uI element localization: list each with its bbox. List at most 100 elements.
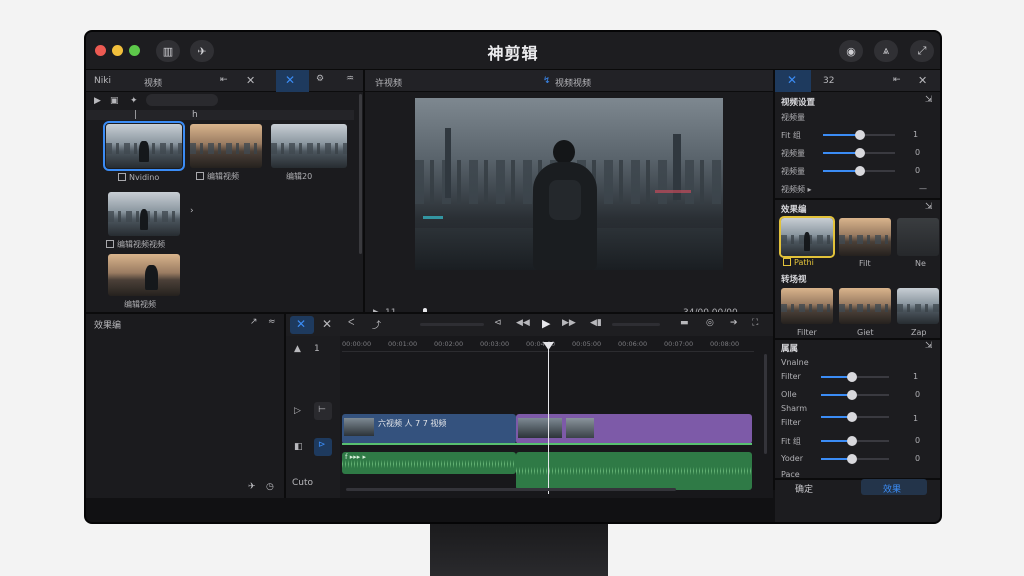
media-tab-niki[interactable]: Niki	[94, 76, 111, 86]
slider[interactable]	[823, 148, 895, 158]
viewer-right-title: 视频视频	[555, 79, 592, 89]
fit-icon[interactable]: ⛶	[752, 318, 758, 328]
forward-icon[interactable]: ➔	[730, 318, 738, 328]
media-scrollbar[interactable]	[359, 94, 362, 254]
video-track-icon[interactable]: ▷	[294, 406, 301, 416]
audio-icon[interactable]: ♒	[346, 74, 354, 84]
video-preview[interactable]	[415, 98, 723, 270]
video-clip-2[interactable]	[516, 414, 752, 444]
checkbox[interactable]	[196, 172, 204, 180]
track-number: 1	[314, 344, 320, 354]
adjust-label: Sharm	[781, 404, 807, 413]
filter-thumb-2[interactable]	[839, 218, 891, 256]
export-icon[interactable]: ⩓	[874, 40, 898, 62]
adjust-label: Fit 组	[781, 437, 801, 446]
checkbox[interactable]	[106, 240, 114, 248]
slider[interactable]	[823, 130, 895, 140]
media-thumb-1[interactable]	[103, 121, 185, 171]
timer-icon[interactable]: ◎	[706, 318, 714, 328]
filter2-thumb-2[interactable]	[839, 288, 891, 324]
filter-thumb-1[interactable]	[779, 216, 835, 258]
collapse-icon[interactable]: ⇤	[893, 75, 901, 85]
pin-icon[interactable]: ✈	[248, 482, 256, 492]
timeline-v-scrollbar[interactable]	[764, 354, 767, 454]
slider[interactable]	[823, 166, 895, 176]
media-tab-video[interactable]: 视频	[144, 76, 162, 89]
image-icon[interactable]: ▣	[110, 96, 119, 106]
video-clip-1[interactable]: 六视频 人 7 7 视频	[342, 414, 516, 444]
track-lock-icon[interactable]: ▲	[294, 344, 301, 354]
section-toggle[interactable]: ⇲	[925, 202, 933, 212]
settings-icon[interactable]: ◉	[839, 40, 863, 62]
section-toggle[interactable]: ⇲	[925, 95, 933, 105]
checkbox[interactable]	[118, 173, 126, 181]
slider[interactable]	[821, 390, 889, 400]
setting-label: 视频量	[781, 167, 805, 176]
filter2-label-3: Zap	[911, 328, 927, 337]
media-tabbar: Niki 视频 ⇤ ✕ ✕ ⚙ ♒	[86, 70, 363, 92]
slider[interactable]	[821, 436, 889, 446]
viewer-panel: 许视频 ↯ 视频视频 ▶ 11 34/00 00/00 ▷ ▣ ⇥ ᵞ ↶ ▭	[365, 70, 773, 338]
fullscreen-icon[interactable]: ⤢	[910, 40, 934, 62]
filter2-label-1: Filter	[797, 328, 817, 337]
audio-clip-2[interactable]	[516, 452, 752, 490]
play-icon[interactable]: ▶	[94, 96, 101, 106]
next-arrow[interactable]: ›	[190, 206, 194, 216]
filter2-thumb-3[interactable]	[897, 288, 939, 324]
column-header: | h	[86, 110, 354, 120]
setting-label: Fit 组	[781, 131, 801, 140]
section-toggle[interactable]: ⇲	[925, 341, 933, 351]
filter2-thumb-1[interactable]	[781, 288, 833, 324]
audio-track-icon[interactable]: ◧	[294, 442, 303, 452]
adjust-label: Olle	[781, 390, 797, 399]
media-label-5: 编辑视频	[124, 300, 156, 309]
trim-tool-icon[interactable]: ᐸ	[348, 318, 355, 328]
media-thumb-5[interactable]	[108, 254, 180, 296]
pin-icon[interactable]: ✦	[130, 96, 138, 106]
checkbox[interactable]	[783, 258, 791, 266]
volume-icon[interactable]: ◀▮	[590, 318, 602, 328]
link-tool-icon[interactable]: ⤴	[372, 318, 381, 331]
media-label-4: 编辑视频视频	[106, 239, 165, 250]
adjust-label: Yoder	[781, 454, 804, 463]
viewer-mode-icon[interactable]: ↯	[543, 76, 551, 86]
neon-light	[423, 216, 443, 219]
expand-icon[interactable]: ↗	[250, 317, 258, 327]
ruler-tick: 00:08:00	[710, 340, 740, 348]
search-input[interactable]	[146, 94, 218, 106]
filter-label-2: Filt	[859, 259, 871, 268]
close-icon[interactable]: ✕	[918, 74, 927, 87]
inspector-tab-number[interactable]: 32	[823, 76, 834, 86]
confirm-button[interactable]: 确定	[795, 482, 813, 495]
history-icon[interactable]: ◷	[266, 482, 274, 492]
media-panel: Niki 视频 ⇤ ✕ ✕ ⚙ ♒ ▶ ▣ ✦ | h Nvidino 编辑视频…	[86, 70, 363, 312]
audio-clip-label: f ▸▸▸ ▸	[345, 453, 366, 461]
next-frame-icon[interactable]: ▶▶	[562, 318, 576, 328]
effects-panel-title: 效果编	[94, 321, 122, 331]
zoom-bar[interactable]	[420, 323, 484, 326]
clip-thumb	[344, 418, 374, 436]
slider[interactable]	[821, 372, 889, 382]
filter-thumb-3[interactable]	[897, 218, 939, 256]
close-icon[interactable]: ✕	[246, 74, 255, 87]
playhead[interactable]	[548, 344, 549, 494]
clip-thumb	[518, 418, 562, 438]
viewer-left-title: 许视频	[375, 79, 403, 89]
media-thumb-3[interactable]	[271, 124, 347, 168]
cut-tool-icon[interactable]: ✕	[322, 317, 332, 331]
snapshot-icon[interactable]: ▬	[680, 318, 689, 328]
play-icon[interactable]: ▶	[542, 317, 550, 330]
rewind-icon[interactable]: ⊲	[494, 318, 502, 328]
timeline-h-scrollbar[interactable]	[346, 488, 676, 491]
audio-clip-1[interactable]: f ▸▸▸ ▸	[342, 452, 516, 474]
slider[interactable]	[821, 454, 889, 464]
collapse-icon[interactable]: ⇤	[220, 75, 228, 85]
media-thumb-4[interactable]	[108, 192, 180, 236]
timeline-panel: ✕ ✕ ᐸ ⤴ ⊲ ◀◀ ▶ ▶▶ ◀▮ ▬ ◎ ➔ ⛶ ▲ 1 ▷ ⊢ ◧ ⊳…	[286, 314, 773, 498]
settings-icon[interactable]: ≈	[268, 317, 276, 327]
media-thumb-2[interactable]	[190, 124, 262, 168]
volume-bar[interactable]	[612, 323, 660, 326]
slider[interactable]	[821, 412, 889, 422]
prev-frame-icon[interactable]: ◀◀	[516, 318, 530, 328]
effects-icon[interactable]: ⚙	[316, 74, 324, 84]
